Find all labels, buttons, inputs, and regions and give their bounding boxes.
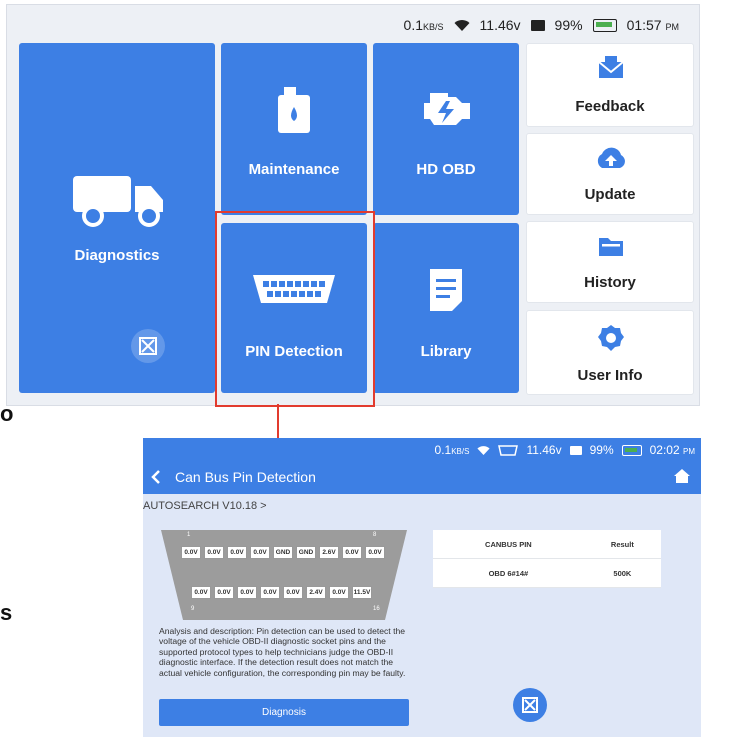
pin-number-9: 9 xyxy=(191,606,195,612)
pin-voltage: 11.5V xyxy=(352,586,372,599)
pin-voltage: 2.4V xyxy=(306,586,326,599)
clock-ampm: PM xyxy=(665,22,680,32)
wifi-icon xyxy=(454,19,470,31)
table-cell: 500K xyxy=(583,558,661,588)
update-button[interactable]: Update xyxy=(526,133,694,215)
pin-row-top: 0.0V 0.0V 0.0V 0.0V GND GND 2.6V 0.0V 0.… xyxy=(181,546,385,559)
feedback-button[interactable]: Feedback xyxy=(526,43,694,127)
edge-fragment-s: s xyxy=(0,600,13,625)
pin-voltage: 0.0V xyxy=(342,546,362,559)
pin-voltage: 0.0V xyxy=(283,586,303,599)
pin-row-bottom: 0.0V 0.0V 0.0V 0.0V 0.0V 2.4V 0.0V 11.5V xyxy=(191,586,372,599)
voltage-reading-2: 11.46v xyxy=(526,443,562,457)
obd-status-icon xyxy=(498,444,519,456)
mail-icon xyxy=(598,56,624,78)
pin-number-8: 8 xyxy=(373,532,377,538)
pin-voltage: 0.0V xyxy=(227,546,247,559)
pin-voltage: GND xyxy=(273,546,293,559)
main-menu-screen: 0.1KB/S 11.46v 99% 01:57 PM Diagnostics xyxy=(6,4,700,407)
diagnosis-button[interactable]: Diagnosis xyxy=(159,699,409,726)
feedback-label: Feedback xyxy=(575,98,645,115)
table-header-row: CANBUS PIN Result xyxy=(433,530,661,559)
hd-obd-label: HD OBD xyxy=(416,161,476,178)
pin-detection-highlight xyxy=(215,211,375,407)
vci-icon xyxy=(522,697,538,713)
pin-voltage: 0.0V xyxy=(191,586,211,599)
maintenance-tile[interactable]: Maintenance xyxy=(221,43,367,215)
library-label: Library xyxy=(420,343,472,360)
pin-voltage: 0.0V xyxy=(237,586,257,599)
voltage-reading: 11.46v xyxy=(479,17,521,33)
clock-time-2: 02:02 xyxy=(649,443,680,457)
battery-icon xyxy=(592,18,617,32)
update-label: Update xyxy=(584,186,636,203)
breadcrumb[interactable]: AUTOSEARCH V10.18 > xyxy=(143,500,267,512)
battery-level-2: 99% xyxy=(589,443,614,457)
canbus-result-table: CANBUS PIN Result OBD 6#14# 500K xyxy=(433,530,661,588)
wifi-icon xyxy=(477,445,491,455)
vci-fab-button[interactable] xyxy=(513,688,547,722)
pin-voltage: 2.6V xyxy=(319,546,339,559)
diagnostics-tile[interactable]: Diagnostics xyxy=(19,43,215,393)
pin-voltage: 0.0V xyxy=(204,546,224,559)
table-header: CANBUS PIN xyxy=(433,530,584,559)
obd-connector-outline xyxy=(161,530,407,620)
table-row: OBD 6#14# 500K xyxy=(433,558,661,588)
analysis-description: Analysis and description: Pin detection … xyxy=(159,626,406,678)
pin-number-1: 1 xyxy=(187,532,191,538)
network-speed-unit: KB/S xyxy=(423,22,444,32)
pin-number-16: 16 xyxy=(373,606,380,612)
table-header: Result xyxy=(583,530,661,559)
truck-icon xyxy=(73,176,163,227)
user-info-button[interactable]: User Info xyxy=(526,310,694,395)
pin-detection-header: 0.1KB/S 11.46v 99% 02:02 PM Can Bus Pin … xyxy=(143,438,701,494)
engine-icon xyxy=(424,93,470,125)
history-label: History xyxy=(584,274,636,291)
pin-detection-screen: 0.1KB/S 11.46v 99% 02:02 PM Can Bus Pin … xyxy=(143,438,701,737)
vci-icon xyxy=(139,337,157,355)
battery-level: 99% xyxy=(554,17,583,33)
edge-fragment-o: o xyxy=(0,401,14,426)
battery-icon xyxy=(621,444,642,456)
diagnostics-label: Diagnostics xyxy=(74,247,160,264)
pin-voltage: GND xyxy=(296,546,316,559)
document-icon xyxy=(430,269,462,311)
network-speed: 0.1 xyxy=(403,17,424,33)
pin-voltage: 0.0V xyxy=(365,546,385,559)
status-bar-2: 0.1KB/S 11.46v 99% 02:02 PM xyxy=(435,443,695,457)
clock-time: 01:57 xyxy=(626,17,662,33)
network-speed-2: 0.1 xyxy=(434,443,452,457)
page-title: Can Bus Pin Detection xyxy=(175,469,316,485)
car-battery-icon xyxy=(569,445,582,455)
oil-can-icon xyxy=(278,87,310,133)
gear-icon xyxy=(598,325,624,351)
history-button[interactable]: History xyxy=(526,221,694,303)
pin-voltage: 0.0V xyxy=(214,586,234,599)
folder-icon xyxy=(599,238,623,256)
cloud-upload-icon xyxy=(597,147,625,168)
vci-icon-button[interactable] xyxy=(131,329,165,363)
maintenance-label: Maintenance xyxy=(248,161,340,178)
library-tile[interactable]: Library xyxy=(373,223,519,393)
home-icon[interactable] xyxy=(673,468,691,484)
car-battery-icon xyxy=(530,19,545,31)
pin-voltage: 0.0V xyxy=(329,586,349,599)
table-cell: OBD 6#14# xyxy=(433,558,584,588)
pin-voltage: 0.0V xyxy=(250,546,270,559)
back-arrow-icon[interactable] xyxy=(151,469,161,485)
network-speed-unit-2: KB/S xyxy=(451,447,470,456)
hd-obd-tile[interactable]: HD OBD xyxy=(373,43,519,215)
pin-voltage: 0.0V xyxy=(260,586,280,599)
obd-pin-diagram: 1 8 9 16 0.0V 0.0V 0.0V 0.0V GND GND 2.6… xyxy=(159,528,409,622)
user-info-label: User Info xyxy=(577,367,643,384)
clock-ampm-2: PM xyxy=(683,447,695,456)
status-bar: 0.1KB/S 11.46v 99% 01:57 PM xyxy=(404,17,679,33)
pin-voltage: 0.0V xyxy=(181,546,201,559)
